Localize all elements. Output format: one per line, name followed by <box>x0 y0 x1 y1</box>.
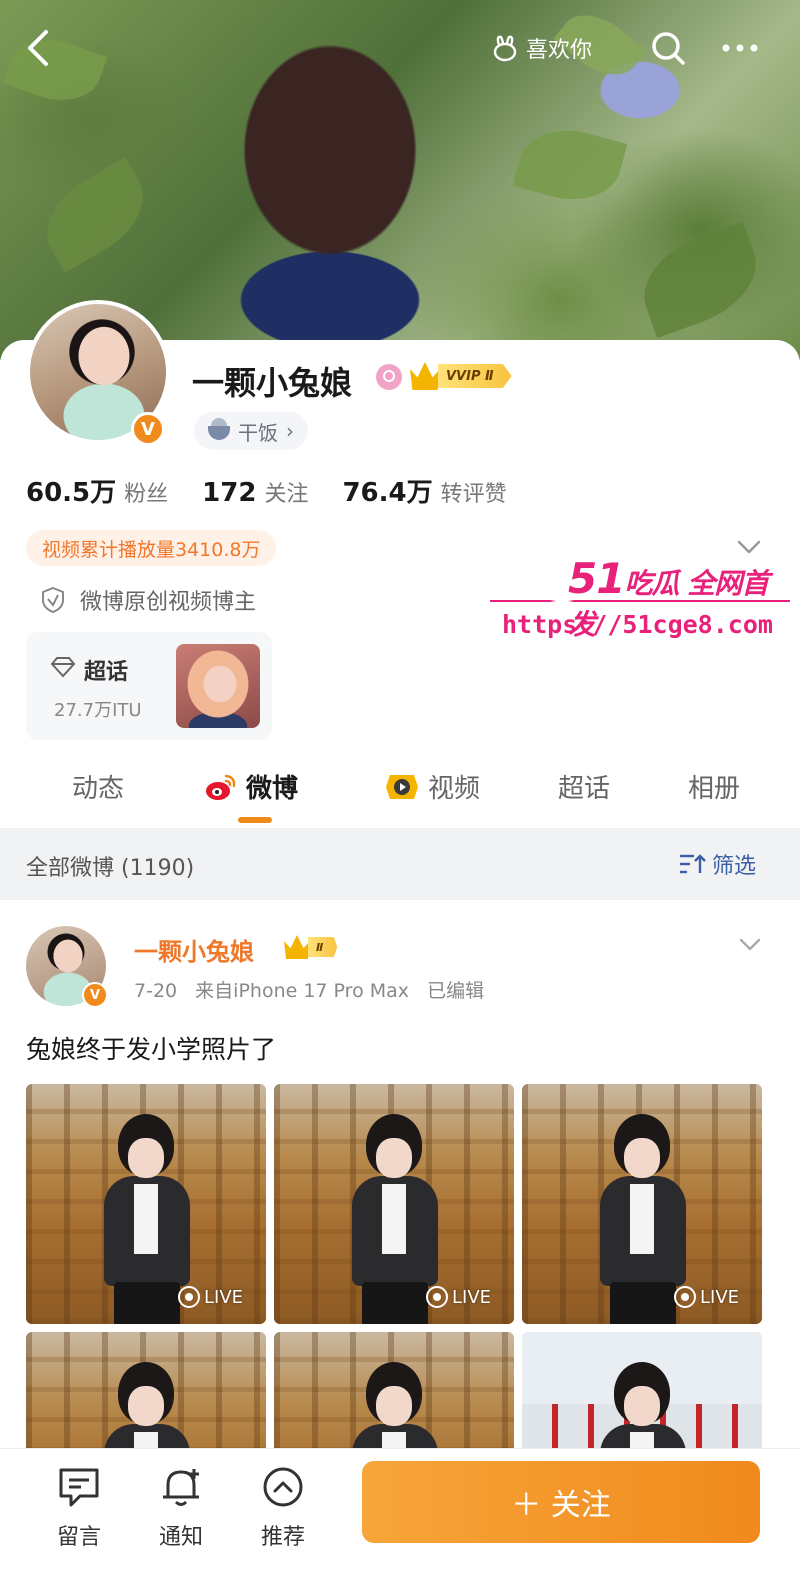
live-photo-badge: LIVE <box>178 1286 243 1308</box>
watermark: 51吃瓜 全网首发 https://51cge8.com <box>490 548 790 648</box>
bunny-icon <box>493 35 517 62</box>
like-you-label: 喜欢你 <box>526 38 593 63</box>
supertopic-thumbnail <box>176 644 260 728</box>
message-icon <box>59 1468 99 1507</box>
bell-plus-icon <box>163 1469 199 1506</box>
notify-button[interactable]: 通知 <box>146 1465 216 1551</box>
weibo-logo-icon <box>206 774 236 800</box>
tab-activity-label: 动态 <box>72 774 125 804</box>
all-weibo-count: 全部微博 (1190) <box>26 856 195 881</box>
profile-tabs: 动态 微博 视频 超话 相册 <box>0 760 800 826</box>
diamond-icon <box>50 657 76 678</box>
post-author-name[interactable]: 一颗小兔娘 <box>134 932 254 967</box>
filter-button[interactable]: 筛选 <box>678 848 756 880</box>
vvip-badge[interactable]: VVIP Ⅱ <box>410 362 512 390</box>
live-icon <box>178 1286 200 1308</box>
video-play-icon <box>386 774 418 799</box>
tab-supertopic[interactable]: 超话 <box>558 768 610 805</box>
tab-video[interactable]: 视频 <box>384 768 480 805</box>
interactions-count: 76.4万 <box>342 478 433 508</box>
search-icon[interactable] <box>648 28 688 68</box>
top-bar: 喜欢你 <box>0 20 800 76</box>
post-meta: 7-20 来自iPhone 17 Pro Max 已编辑 <box>134 976 496 1003</box>
live-icon <box>674 1286 696 1308</box>
post-image[interactable]: LIVE <box>26 1084 266 1324</box>
rice-bowl-icon <box>208 418 230 440</box>
profile-stats: 60.5万 粉丝 172 关注 76.4万 转评赞 <box>26 472 541 509</box>
followers-count[interactable]: 60.5万 <box>26 472 116 509</box>
creator-label: 微博原创视频博主 <box>80 590 257 615</box>
live-photo-badge: LIVE <box>674 1286 739 1308</box>
tab-album[interactable]: 相册 <box>688 768 740 805</box>
follow-button[interactable]: ＋ 关注 <box>362 1461 760 1543</box>
live-icon <box>426 1286 448 1308</box>
video-play-count-badge[interactable]: 视频累计播放量3410.8万 <box>26 530 277 566</box>
crown-icon <box>284 935 310 959</box>
post-image[interactable]: LIVE <box>522 1084 762 1324</box>
more-icon[interactable] <box>718 28 762 68</box>
post-edited: 已编辑 <box>427 980 485 1002</box>
tab-weibo[interactable]: 微博 <box>204 768 298 805</box>
chevron-right-icon: › <box>286 419 294 443</box>
creator-certification: 微博原创视频博主 <box>40 584 256 616</box>
watermark-divider <box>490 600 790 602</box>
post-text: 兔娘终于发小学照片了 <box>26 1035 277 1064</box>
shield-icon <box>42 586 64 614</box>
bottom-action-bar: 留言 通知 推荐 ＋ 关注 <box>0 1448 800 1593</box>
tab-supertopic-label: 超话 <box>558 774 611 804</box>
crown-icon <box>410 362 440 390</box>
tab-weibo-label: 微博 <box>246 774 299 804</box>
message-button[interactable]: 留言 <box>44 1465 114 1551</box>
recommend-label: 推荐 <box>260 1525 305 1550</box>
tab-activity[interactable]: 动态 <box>72 768 124 805</box>
verified-badge-icon: V <box>131 412 165 446</box>
live-photo-badge: LIVE <box>426 1286 491 1308</box>
tab-album-label: 相册 <box>688 774 741 804</box>
post-source: 来自iPhone 17 Pro Max <box>195 980 410 1002</box>
post-vip-label: Ⅱ <box>308 937 338 957</box>
like-you-button[interactable]: 喜欢你 <box>490 30 592 66</box>
following-count[interactable]: 172 <box>202 478 256 508</box>
follow-label: ＋ 关注 <box>511 1488 611 1523</box>
notify-label: 通知 <box>158 1525 203 1550</box>
supertopic-title: 超话 <box>84 660 129 685</box>
interactions-label: 转评赞 <box>440 482 507 507</box>
active-tab-indicator <box>238 817 272 823</box>
back-arrow-icon[interactable] <box>20 26 60 70</box>
message-label: 留言 <box>56 1525 101 1550</box>
post-options-chevron-icon[interactable] <box>738 936 762 954</box>
profile-name: 一颗小兔娘 <box>192 364 353 402</box>
chevron-up-circle-icon <box>263 1467 303 1507</box>
supertopic-count: 27.7万ITU <box>54 700 142 721</box>
vvip-label: VVIP Ⅱ <box>438 364 512 388</box>
filter-label: 筛选 <box>712 854 757 879</box>
tab-video-label: 视频 <box>428 774 481 804</box>
post-image[interactable]: LIVE <box>274 1084 514 1324</box>
interest-tag[interactable]: 干饭 › <box>194 412 308 450</box>
post-verified-badge-icon: V <box>82 982 108 1008</box>
followers-label[interactable]: 粉丝 <box>124 476 168 508</box>
following-label[interactable]: 关注 <box>264 476 308 508</box>
member-badge-icon <box>376 364 402 390</box>
watermark-url: https://51cge8.com <box>502 610 773 639</box>
post-date: 7-20 <box>134 980 178 1002</box>
post-vip-badge[interactable]: Ⅱ <box>284 934 338 960</box>
filter-bar: 全部微博 (1190) 筛选 <box>0 828 800 900</box>
recommend-button[interactable]: 推荐 <box>248 1465 318 1551</box>
supertopic-card[interactable]: 超话 27.7万ITU <box>26 632 272 740</box>
filter-icon <box>680 854 706 874</box>
interest-tag-label: 干饭 <box>238 420 278 445</box>
